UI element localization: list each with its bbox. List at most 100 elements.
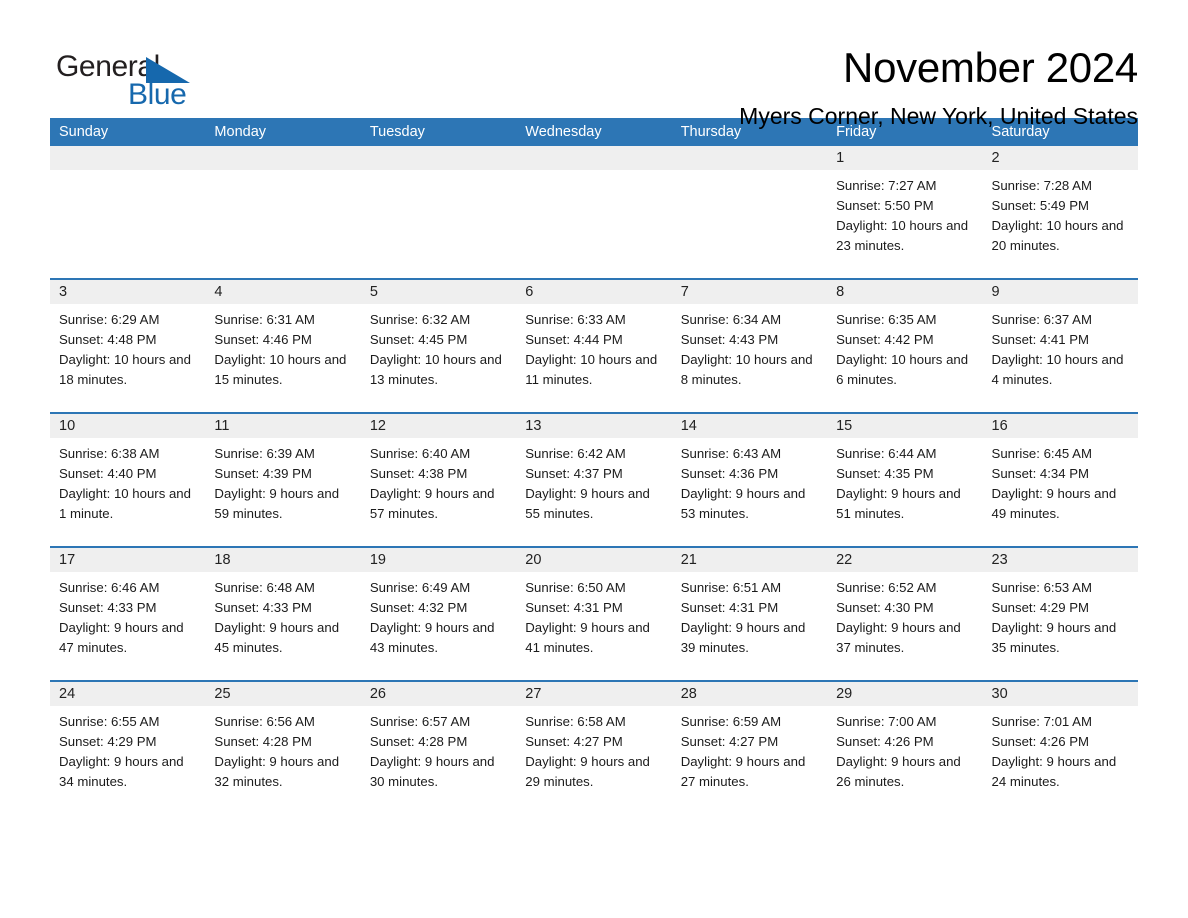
day-cell[interactable]: Sunrise: 6:59 AM Sunset: 4:27 PM Dayligh… bbox=[672, 706, 827, 814]
day-number[interactable]: 3 bbox=[50, 280, 205, 304]
daylight-text: Daylight: 9 hours and 32 minutes. bbox=[214, 754, 340, 789]
day-cell[interactable]: Sunrise: 6:57 AM Sunset: 4:28 PM Dayligh… bbox=[361, 706, 516, 814]
day-cell[interactable]: Sunrise: 6:50 AM Sunset: 4:31 PM Dayligh… bbox=[516, 572, 671, 680]
daylight-text: Daylight: 9 hours and 41 minutes. bbox=[525, 620, 650, 655]
weekday-header-sunday: Sunday bbox=[59, 124, 109, 140]
day-number[interactable]: 27 bbox=[516, 682, 671, 706]
sunset-text: Sunset: 4:39 PM bbox=[214, 466, 312, 481]
weekday-header-friday: Friday bbox=[836, 124, 877, 140]
day-number[interactable]: 17 bbox=[50, 548, 205, 572]
day-number[interactable]: 14 bbox=[672, 414, 827, 438]
sunrise-text: Sunrise: 6:29 AM bbox=[59, 312, 160, 327]
day-number[interactable]: 30 bbox=[983, 682, 1138, 706]
day-number[interactable]: 19 bbox=[361, 548, 516, 572]
day-cell[interactable]: Sunrise: 6:34 AM Sunset: 4:43 PM Dayligh… bbox=[672, 304, 827, 412]
day-cell[interactable]: Sunrise: 6:46 AM Sunset: 4:33 PM Dayligh… bbox=[50, 572, 205, 680]
day-number[interactable]: 11 bbox=[205, 414, 360, 438]
day-cell[interactable]: Sunrise: 6:38 AM Sunset: 4:40 PM Dayligh… bbox=[50, 438, 205, 546]
day-number[interactable]: 13 bbox=[516, 414, 671, 438]
generalblue-logo[interactable]: General Blue bbox=[50, 44, 200, 114]
day-number[interactable]: 26 bbox=[361, 682, 516, 706]
day-cell[interactable]: Sunrise: 6:37 AM Sunset: 4:41 PM Dayligh… bbox=[983, 304, 1138, 412]
sunset-text: Sunset: 4:27 PM bbox=[680, 734, 779, 749]
sunset-text: Sunset: 4:44 PM bbox=[525, 332, 623, 347]
day-cell[interactable]: Sunrise: 6:51 AM Sunset: 4:31 PM Dayligh… bbox=[672, 572, 827, 680]
sunrise-text: Sunrise: 6:31 AM bbox=[214, 312, 315, 327]
day-number[interactable]: 6 bbox=[516, 280, 671, 304]
daylight-text: Daylight: 10 hours and 23 minutes. bbox=[836, 218, 969, 253]
calendar-week-row: 3 4 5 6 7 8 9 Sunrise: 6:29 AM Sunset: 4… bbox=[50, 278, 1138, 412]
day-number[interactable]: 9 bbox=[983, 280, 1138, 304]
calendar-week-row: 17 18 19 20 21 22 23 Sunrise: 6:46 AM Su… bbox=[50, 546, 1138, 680]
day-cell[interactable]: Sunrise: 7:01 AM Sunset: 4:26 PM Dayligh… bbox=[983, 706, 1138, 814]
day-number[interactable]: 28 bbox=[672, 682, 827, 706]
day-number[interactable]: 15 bbox=[827, 414, 982, 438]
day-cell[interactable]: Sunrise: 6:48 AM Sunset: 4:33 PM Dayligh… bbox=[205, 572, 360, 680]
day-number[interactable]: 24 bbox=[50, 682, 205, 706]
day-number[interactable]: 10 bbox=[50, 414, 205, 438]
day-number[interactable] bbox=[672, 146, 827, 170]
sunrise-text: Sunrise: 6:33 AM bbox=[525, 312, 626, 327]
day-cell[interactable]: Sunrise: 6:55 AM Sunset: 4:29 PM Dayligh… bbox=[50, 706, 205, 814]
day-number[interactable]: 21 bbox=[672, 548, 827, 572]
day-cell[interactable]: Sunrise: 6:49 AM Sunset: 4:32 PM Dayligh… bbox=[361, 572, 516, 680]
day-cell[interactable]: Sunrise: 6:31 AM Sunset: 4:46 PM Dayligh… bbox=[205, 304, 360, 412]
day-number[interactable]: 2 bbox=[983, 146, 1138, 170]
day-cell[interactable]: Sunrise: 6:42 AM Sunset: 4:37 PM Dayligh… bbox=[516, 438, 671, 546]
day-cell[interactable] bbox=[516, 170, 671, 278]
day-cell[interactable]: Sunrise: 6:32 AM Sunset: 4:45 PM Dayligh… bbox=[361, 304, 516, 412]
day-number[interactable]: 12 bbox=[361, 414, 516, 438]
week-detail-band: Sunrise: 6:46 AM Sunset: 4:33 PM Dayligh… bbox=[50, 572, 1138, 680]
daylight-text: Daylight: 9 hours and 35 minutes. bbox=[991, 620, 1117, 655]
day-number[interactable]: 29 bbox=[827, 682, 982, 706]
sunrise-text: Sunrise: 6:43 AM bbox=[680, 446, 782, 461]
day-cell[interactable]: Sunrise: 6:44 AM Sunset: 4:35 PM Dayligh… bbox=[827, 438, 982, 546]
logo-text-blue: Blue bbox=[128, 78, 187, 111]
day-number[interactable] bbox=[516, 146, 671, 170]
day-number[interactable]: 22 bbox=[827, 548, 982, 572]
day-cell[interactable]: Sunrise: 6:58 AM Sunset: 4:27 PM Dayligh… bbox=[516, 706, 671, 814]
day-number[interactable]: 23 bbox=[983, 548, 1138, 572]
day-number[interactable] bbox=[205, 146, 360, 170]
day-cell[interactable]: Sunrise: 7:27 AM Sunset: 5:50 PM Dayligh… bbox=[827, 170, 982, 278]
day-cell[interactable]: Sunrise: 6:56 AM Sunset: 4:28 PM Dayligh… bbox=[205, 706, 360, 814]
calendar-page: General Blue November 2024 Myers Corner,… bbox=[0, 0, 1188, 918]
day-cell[interactable]: Sunrise: 6:43 AM Sunset: 4:36 PM Dayligh… bbox=[672, 438, 827, 546]
day-cell[interactable]: Sunrise: 6:40 AM Sunset: 4:38 PM Dayligh… bbox=[361, 438, 516, 546]
day-cell[interactable]: Sunrise: 6:52 AM Sunset: 4:30 PM Dayligh… bbox=[827, 572, 982, 680]
day-number[interactable]: 16 bbox=[983, 414, 1138, 438]
day-cell[interactable] bbox=[672, 170, 827, 278]
day-number[interactable]: 4 bbox=[205, 280, 360, 304]
day-number[interactable]: 7 bbox=[672, 280, 827, 304]
day-number[interactable]: 5 bbox=[361, 280, 516, 304]
day-cell[interactable]: Sunrise: 6:39 AM Sunset: 4:39 PM Dayligh… bbox=[205, 438, 360, 546]
day-cell[interactable] bbox=[361, 170, 516, 278]
day-cell[interactable]: Sunrise: 6:45 AM Sunset: 4:34 PM Dayligh… bbox=[983, 438, 1138, 546]
day-cell[interactable] bbox=[50, 170, 205, 278]
day-number[interactable] bbox=[361, 146, 516, 170]
day-number[interactable]: 18 bbox=[205, 548, 360, 572]
sunrise-text: Sunrise: 6:44 AM bbox=[836, 446, 937, 461]
day-cell[interactable]: Sunrise: 7:00 AM Sunset: 4:26 PM Dayligh… bbox=[827, 706, 982, 814]
day-cell[interactable]: Sunrise: 6:33 AM Sunset: 4:44 PM Dayligh… bbox=[516, 304, 671, 412]
day-cell[interactable] bbox=[205, 170, 360, 278]
sunrise-text: Sunrise: 6:37 AM bbox=[991, 312, 1092, 327]
sunrise-text: Sunrise: 6:34 AM bbox=[680, 312, 782, 327]
day-cell[interactable]: Sunrise: 6:53 AM Sunset: 4:29 PM Dayligh… bbox=[983, 572, 1138, 680]
day-number[interactable] bbox=[50, 146, 205, 170]
day-number[interactable]: 8 bbox=[827, 280, 982, 304]
day-number[interactable]: 25 bbox=[205, 682, 360, 706]
sunset-text: Sunset: 4:37 PM bbox=[525, 466, 623, 481]
day-cell[interactable]: Sunrise: 7:28 AM Sunset: 5:49 PM Dayligh… bbox=[983, 170, 1138, 278]
day-number[interactable]: 1 bbox=[827, 146, 982, 170]
calendar-week-row: 24 25 26 27 28 29 30 Sunrise: 6:55 AM Su… bbox=[50, 680, 1138, 814]
day-number[interactable]: 20 bbox=[516, 548, 671, 572]
daylight-text: Daylight: 10 hours and 6 minutes. bbox=[836, 352, 969, 387]
daylight-text: Daylight: 9 hours and 39 minutes. bbox=[680, 620, 806, 655]
day-cell[interactable]: Sunrise: 6:29 AM Sunset: 4:48 PM Dayligh… bbox=[50, 304, 205, 412]
week-detail-band: Sunrise: 6:38 AM Sunset: 4:40 PM Dayligh… bbox=[50, 438, 1138, 546]
sunrise-text: Sunrise: 7:27 AM bbox=[836, 178, 937, 193]
sunrise-text: Sunrise: 6:50 AM bbox=[525, 580, 626, 595]
sunset-text: Sunset: 4:48 PM bbox=[59, 332, 157, 347]
day-cell[interactable]: Sunrise: 6:35 AM Sunset: 4:42 PM Dayligh… bbox=[827, 304, 982, 412]
